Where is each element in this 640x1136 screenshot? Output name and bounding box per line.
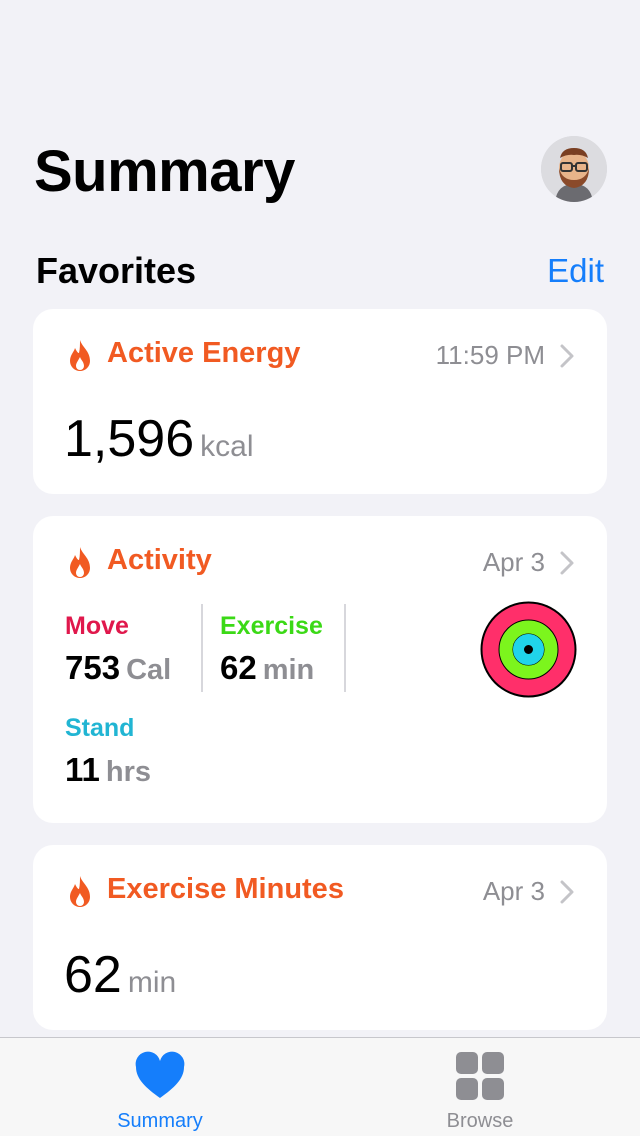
tab-browse[interactable]: Browse [320, 1038, 640, 1136]
card-header: Exercise Minutes Apr 3 [65, 871, 579, 913]
move-metric: Move 753 Cal [65, 612, 171, 687]
page-title: Summary [34, 139, 295, 204]
exercise-label: Exercise [220, 612, 323, 640]
move-label: Move [65, 612, 129, 640]
exercise-value: 62 min [220, 649, 323, 687]
chevron-right-icon [560, 344, 574, 368]
value-unit: min [127, 966, 177, 999]
active-energy-value: 1,596 kcal [64, 409, 254, 469]
flame-icon [70, 876, 90, 907]
exercise-unit: min [262, 654, 315, 686]
grid-icon [456, 1052, 504, 1100]
move-number: 753 [65, 649, 121, 686]
favorites-title: Favorites [36, 250, 197, 291]
card-date: Apr 3 [482, 876, 545, 906]
move-value: 753 Cal [65, 649, 171, 687]
value-unit: kcal [200, 430, 254, 463]
value-number: 1,596 [64, 410, 195, 468]
activity-rings-icon [480, 601, 577, 698]
tab-summary[interactable]: Summary [0, 1038, 320, 1136]
edit-button[interactable]: Edit [547, 252, 604, 290]
avatar-memoji-icon [541, 136, 607, 202]
stand-unit: hrs [105, 756, 152, 788]
activity-card[interactable]: Activity Apr 3 Move 753 Cal Exercise 62 mi… [33, 516, 607, 823]
flame-icon [70, 340, 90, 371]
stand-value: 11 hrs [65, 751, 151, 789]
flame-icon [70, 547, 90, 578]
stand-label: Stand [65, 714, 135, 742]
stand-metric: Stand 11 hrs [65, 714, 151, 789]
favorites-header: Favorites Edit [36, 250, 604, 294]
tab-browse-label: Browse [446, 1110, 514, 1132]
card-timestamp: 11:59 PM [435, 340, 545, 370]
exercise-minutes-card[interactable]: Exercise Minutes Apr 3 62 min [33, 845, 607, 1030]
chevron-right-icon [560, 551, 574, 575]
tab-summary-label: Summary [117, 1110, 203, 1132]
tab-bar: Summary Browse [0, 1037, 640, 1136]
divider [201, 604, 203, 692]
value-number: 62 [64, 946, 122, 1004]
chevron-right-icon [560, 880, 574, 904]
avatar[interactable] [541, 136, 607, 202]
card-date: Apr 3 [482, 547, 545, 577]
card-title: Active Energy [107, 337, 301, 369]
card-header: Active Energy 11:59 PM [65, 335, 579, 377]
header: Summary [0, 0, 640, 240]
heart-icon [135, 1051, 185, 1098]
divider [344, 604, 346, 692]
card-title: Activity [107, 544, 212, 576]
active-energy-card[interactable]: Active Energy 11:59 PM 1,596 kcal [33, 309, 607, 494]
card-title: Exercise Minutes [107, 873, 344, 905]
exercise-minutes-value: 62 min [64, 945, 176, 1005]
exercise-number: 62 [220, 649, 257, 686]
card-header: Activity Apr 3 [65, 542, 579, 584]
move-unit: Cal [126, 654, 172, 686]
stand-number: 11 [65, 751, 100, 788]
exercise-metric: Exercise 62 min [220, 612, 323, 687]
